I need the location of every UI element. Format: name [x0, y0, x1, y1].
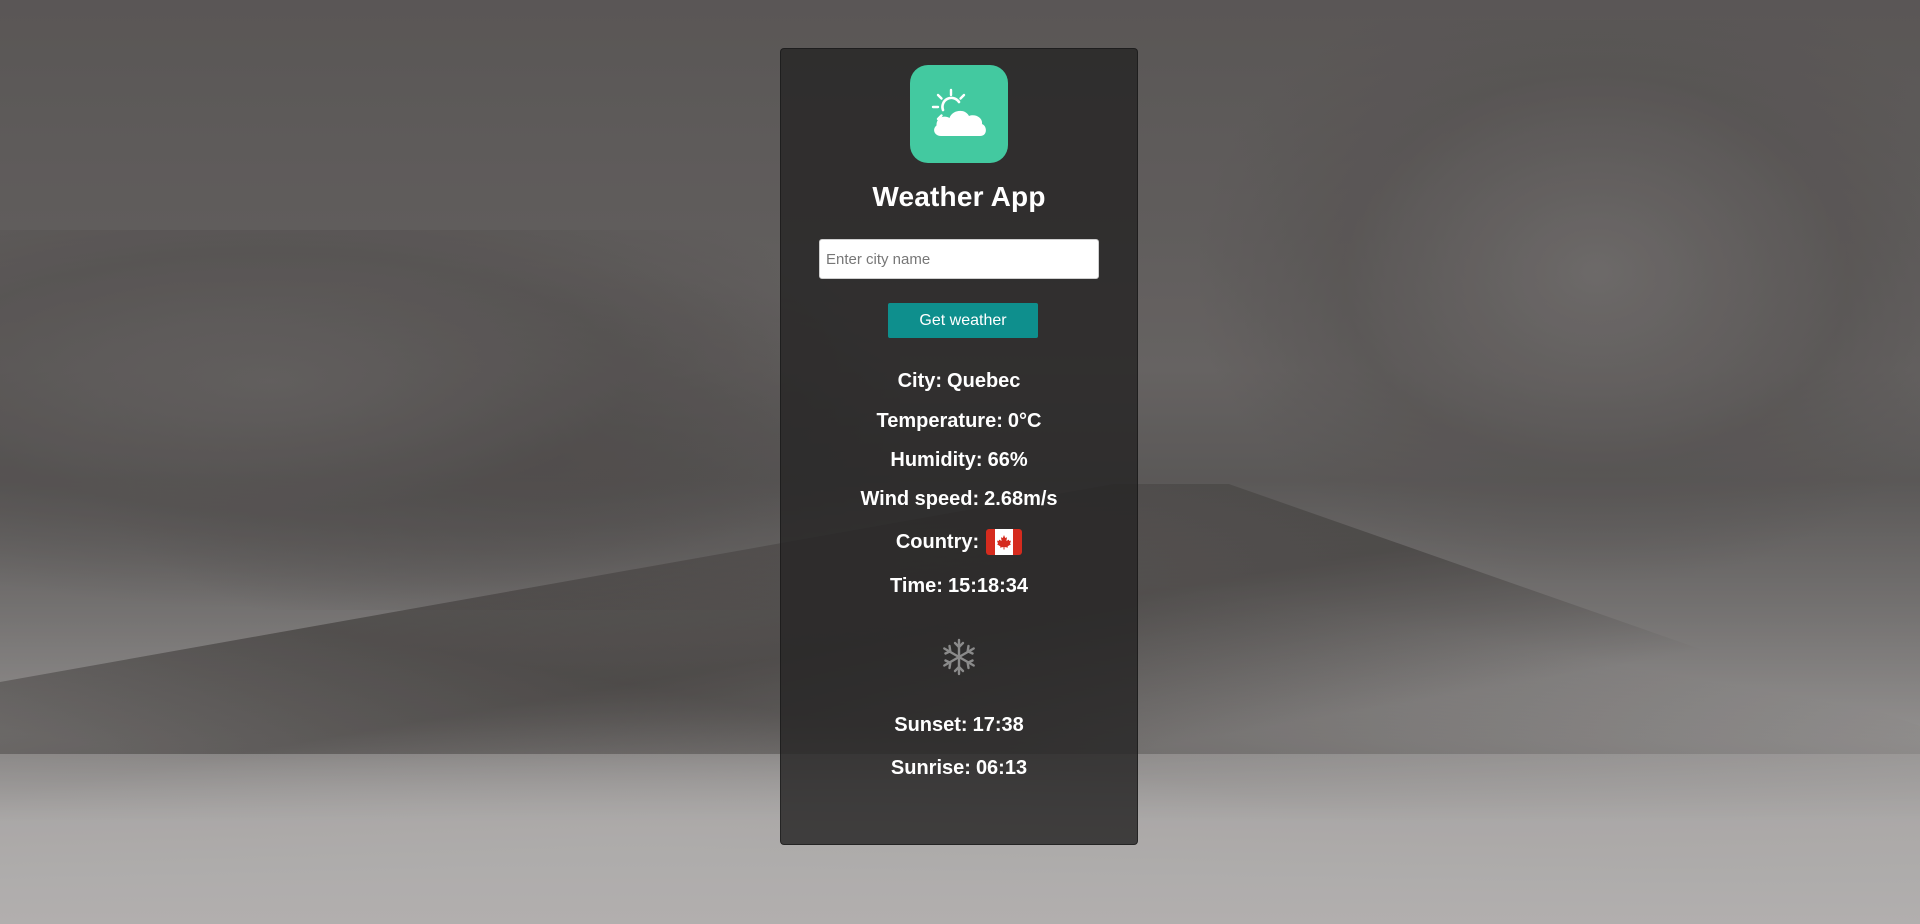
wind-speed-value: 2.68m/s	[984, 488, 1058, 510]
snowflake-icon	[939, 636, 979, 678]
city-search-input[interactable]	[819, 239, 1099, 279]
temperature-label: Temperature:	[876, 410, 1003, 432]
temperature-value: 0°C	[1007, 410, 1042, 432]
wind-speed-label: Wind speed:	[860, 488, 980, 510]
sunset-value: 17:38	[972, 714, 1024, 736]
city-label: City:	[897, 370, 943, 392]
partly-cloudy-icon	[910, 65, 1008, 163]
sunset-row: Sunset: 17:38	[894, 714, 1024, 737]
weather-card: Weather App Get weather City:Quebec Temp…	[780, 48, 1138, 845]
time-row: Time: 15:18:34	[890, 575, 1028, 598]
time-value: 15:18:34	[947, 575, 1029, 597]
temperature-row: Temperature: 0°C	[877, 410, 1042, 433]
humidity-row: Humidity: 66%	[890, 449, 1027, 472]
app-title: Weather App	[872, 181, 1046, 212]
sunrise-row: Sunrise: 06:13	[891, 757, 1027, 780]
wind-speed-row: Wind speed: 2.68m/s	[860, 488, 1057, 511]
city-row: City: Quebec	[898, 370, 1021, 393]
get-weather-button[interactable]: Get weather	[888, 303, 1038, 338]
city-value: Quebec	[947, 370, 1021, 392]
country-label: Country:	[895, 530, 980, 553]
humidity-label: Humidity:	[890, 449, 983, 471]
humidity-value: 66%	[987, 449, 1028, 471]
sunset-label: Sunset:	[894, 714, 968, 736]
country-row: Country:	[895, 529, 1023, 555]
sunrise-value: 06:13	[975, 757, 1028, 779]
time-label: Time:	[889, 575, 943, 597]
canada-flag-icon	[986, 529, 1023, 555]
sunrise-label: Sunrise:	[890, 757, 971, 779]
